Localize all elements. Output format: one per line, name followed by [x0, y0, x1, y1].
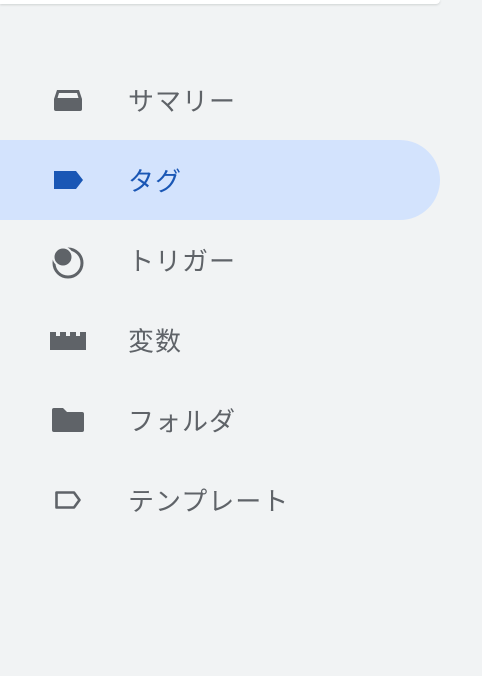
nav-item-summary[interactable]: サマリー: [0, 60, 440, 140]
nav-item-label: タグ: [128, 167, 183, 198]
trigger-circle-icon: [48, 240, 88, 280]
sidebar-nav: サマリー タグ トリガー 変数 フォルダ テンプレート: [0, 60, 440, 540]
nav-item-label: トリガー: [128, 247, 237, 278]
building-block-icon: [48, 320, 88, 360]
nav-item-label: サマリー: [128, 87, 237, 118]
inbox-tray-icon: [48, 80, 88, 120]
nav-item-variables[interactable]: 変数: [0, 300, 440, 380]
nav-item-tags[interactable]: タグ: [0, 140, 440, 220]
nav-item-templates[interactable]: テンプレート: [0, 460, 440, 540]
nav-item-folders[interactable]: フォルダ: [0, 380, 440, 460]
nav-item-triggers[interactable]: トリガー: [0, 220, 440, 300]
tag-filled-icon: [48, 160, 88, 200]
folder-icon: [48, 400, 88, 440]
nav-item-label: テンプレート: [128, 487, 290, 518]
top-card-edge: [0, 0, 440, 4]
nav-item-label: フォルダ: [128, 407, 237, 438]
nav-item-label: 変数: [128, 327, 183, 358]
tag-outline-icon: [48, 480, 88, 520]
